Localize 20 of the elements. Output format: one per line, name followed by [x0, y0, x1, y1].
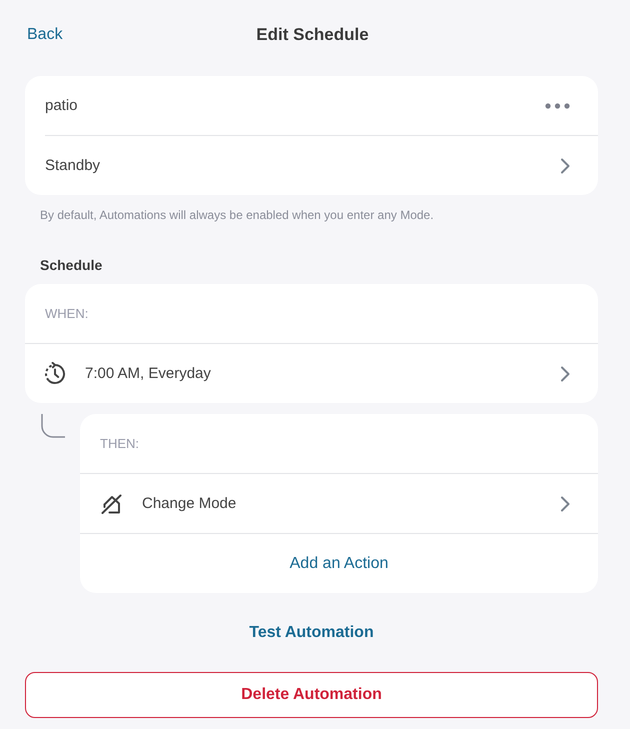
then-label: THEN: — [100, 436, 139, 451]
info-note: By default, Automations will always be enabled when you enter any Mode. — [40, 207, 435, 223]
test-automation-button[interactable]: Test Automation — [237, 616, 386, 650]
back-link[interactable]: Back — [27, 26, 63, 44]
mode-row[interactable]: Standby — [25, 136, 598, 195]
house-slash-icon — [100, 492, 124, 516]
delete-automation-button[interactable]: Delete Automation — [25, 672, 598, 718]
chevron-icon — [560, 366, 570, 382]
trigger-row[interactable]: 7:00 AM, Everyday — [25, 344, 598, 403]
when-label: WHEN: — [45, 306, 88, 321]
page-title: Edit Schedule — [256, 25, 369, 45]
chevron-icon — [560, 158, 570, 174]
clock-history-icon — [43, 362, 67, 386]
more-options-icon[interactable] — [545, 102, 570, 108]
connector-line — [41, 414, 65, 438]
chevron-icon — [560, 496, 570, 512]
section-heading: Schedule — [40, 256, 104, 274]
add-action-button[interactable]: Add an Action — [80, 534, 598, 593]
automation-name: patio — [45, 97, 79, 114]
action-row[interactable]: Change Mode — [80, 474, 598, 533]
